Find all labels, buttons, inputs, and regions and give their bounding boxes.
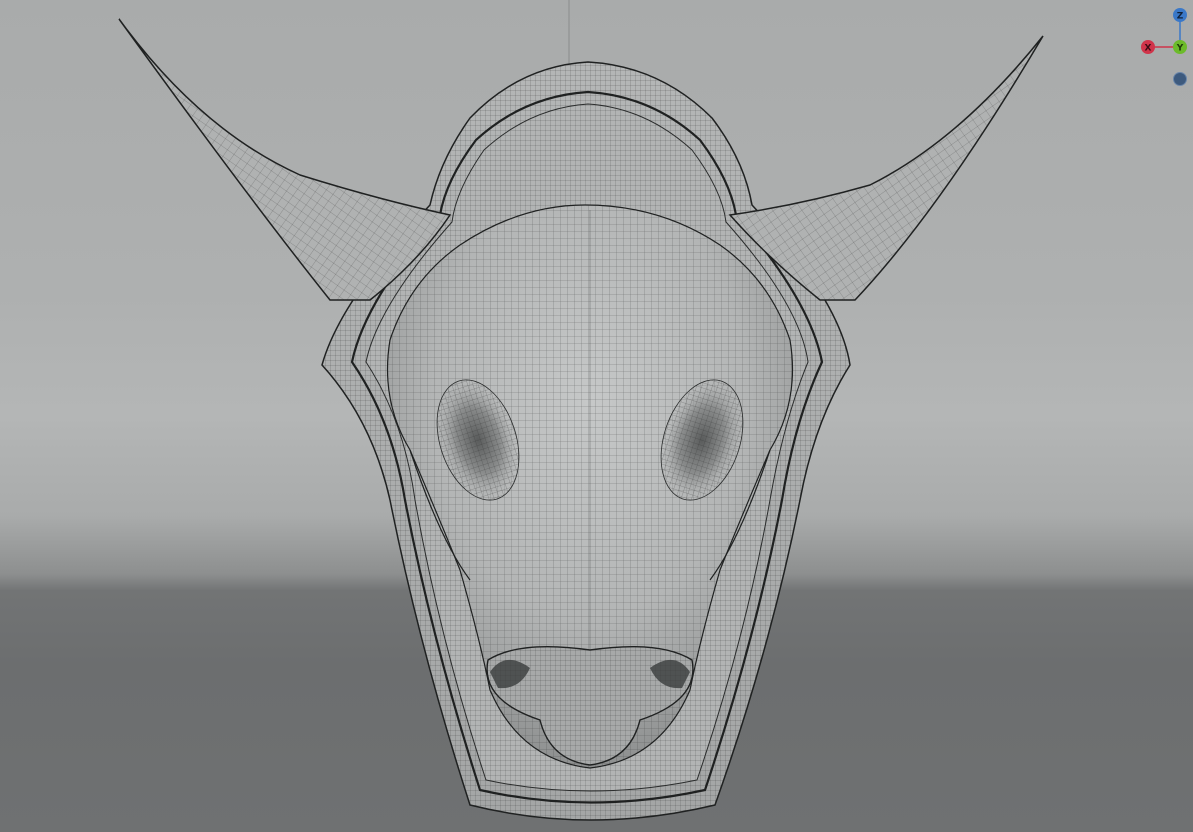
svg-text:Z: Z <box>1177 12 1184 22</box>
left-horn <box>118 18 452 301</box>
y-axis-handle[interactable]: Y <box>1173 40 1187 54</box>
svg-text:X: X <box>1145 44 1152 54</box>
z-axis-handle[interactable]: Z <box>1173 8 1187 22</box>
camera-view-dot[interactable] <box>1173 72 1187 86</box>
bull-head-model[interactable] <box>0 0 1193 832</box>
right-horn <box>728 35 1044 301</box>
svg-text:Y: Y <box>1176 44 1184 54</box>
x-axis-handle[interactable]: X <box>1141 40 1155 54</box>
axis-gizmo[interactable]: Z X Y <box>1135 4 1193 94</box>
3d-viewport[interactable]: Z X Y <box>0 0 1193 832</box>
